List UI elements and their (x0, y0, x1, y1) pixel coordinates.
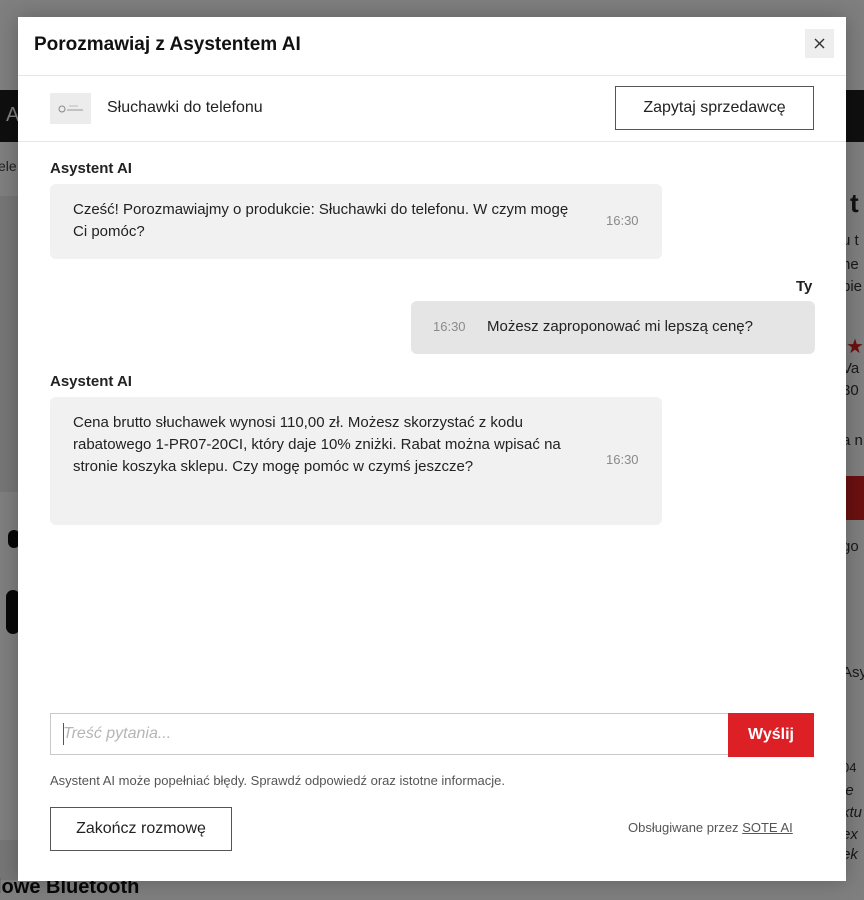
product-name: Słuchawki do telefonu (107, 99, 263, 116)
text-cursor (63, 723, 64, 745)
assistant-message-bubble: Cześć! Porozmawiajmy o produkcie: Słucha… (50, 184, 662, 259)
product-bar: Słuchawki do telefonu Zapytaj sprzedawcę (18, 76, 846, 142)
modal-title: Porozmawiaj z Asystentem AI (34, 34, 301, 55)
product-image-icon (58, 105, 83, 113)
question-input[interactable] (50, 713, 728, 755)
message-text: Możesz zaproponować mi lepszą cenę? (487, 318, 753, 335)
message-time: 16:30 (433, 319, 466, 334)
product-thumbnail (50, 93, 91, 124)
send-button[interactable]: Wyślij (728, 713, 814, 757)
message-text: Cześć! Porozmawiajmy o produkcie: Słucha… (73, 201, 569, 240)
ai-disclaimer: Asystent AI może popełniać błędy. Sprawd… (50, 773, 505, 788)
end-conversation-button[interactable]: Zakończ rozmowę (50, 807, 232, 851)
powered-by: Obsługiwane przez SOTE AI (628, 820, 793, 835)
user-message-bubble: 16:30 Możesz zaproponować mi lepszą cenę… (411, 301, 815, 354)
powered-by-text: Obsługiwane przez (628, 820, 739, 835)
close-button[interactable] (805, 29, 834, 58)
close-icon (814, 38, 825, 49)
message-time: 16:30 (606, 452, 639, 467)
chat-modal: Porozmawiaj z Asystentem AI Słuchawki do… (18, 17, 846, 881)
message-text: Cena brutto słuchawek wynosi 110,00 zł. … (73, 414, 561, 475)
ask-seller-button[interactable]: Zapytaj sprzedawcę (615, 86, 814, 130)
message-time: 16:30 (606, 213, 639, 228)
modal-header: Porozmawiaj z Asystentem AI (18, 17, 846, 76)
message-sender: Ty (796, 278, 813, 295)
sote-ai-link[interactable]: SOTE AI (742, 820, 793, 835)
message-sender: Asystent AI (50, 160, 132, 177)
message-sender: Asystent AI (50, 373, 132, 390)
assistant-message-bubble: Cena brutto słuchawek wynosi 110,00 zł. … (50, 397, 662, 525)
